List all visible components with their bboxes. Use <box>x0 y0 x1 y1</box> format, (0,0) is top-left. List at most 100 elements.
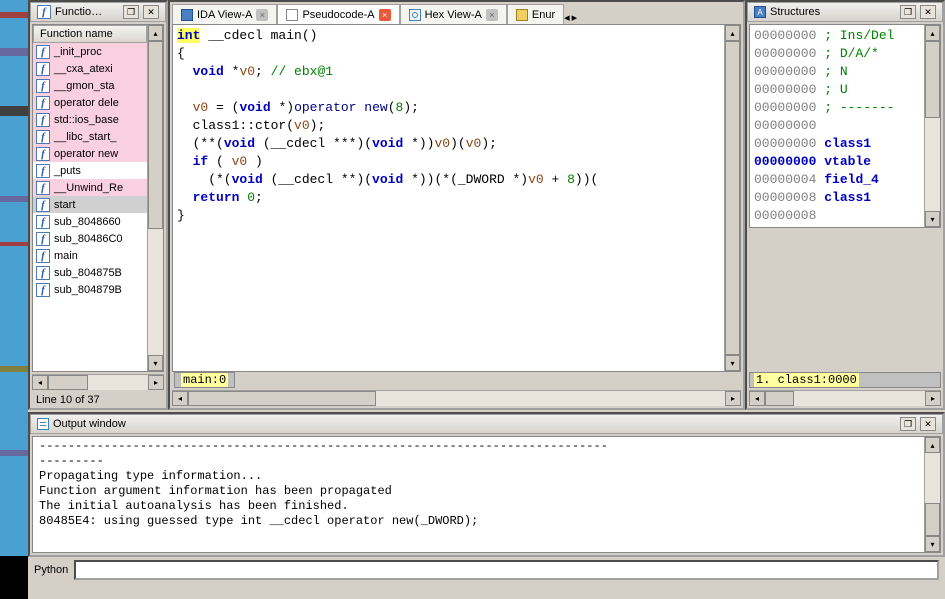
function-icon: f <box>37 5 51 19</box>
nav-overview-strip[interactable] <box>0 0 28 410</box>
tab-scroll-right-icon[interactable]: ▸ <box>572 11 578 24</box>
tab-label: Hex View-A <box>425 9 482 21</box>
scroll-down-icon[interactable]: ▾ <box>925 211 940 227</box>
code-scrollbar-h[interactable]: ◂ ▸ <box>172 390 741 406</box>
tab-label: Enur <box>532 9 555 21</box>
functions-scrollbar-v[interactable]: ▴ ▾ <box>147 25 163 371</box>
tab-enums[interactable]: Enur <box>507 4 564 24</box>
scroll-right-icon[interactable]: ▸ <box>925 391 941 406</box>
tabs-bar: IDA View-A × Pseudocode-A × Hex View-A ×… <box>170 2 743 24</box>
structures-panel-title[interactable]: A Structures ❐ ✕ <box>747 2 943 22</box>
function-row[interactable]: f_init_proc <box>33 43 147 60</box>
function-name: sub_804875B <box>54 267 122 279</box>
function-name: __Unwind_Re <box>54 182 123 194</box>
scroll-up-icon[interactable]: ▴ <box>925 25 940 41</box>
function-icon: f <box>36 181 50 195</box>
restore-icon[interactable]: ❐ <box>900 417 916 431</box>
function-icon: f <box>36 198 50 212</box>
scroll-up-icon[interactable]: ▴ <box>148 25 163 41</box>
function-icon: f <box>36 232 50 246</box>
output-panel: Output window ❐ ✕ ----------------------… <box>28 412 945 557</box>
close-icon[interactable]: ✕ <box>920 5 936 19</box>
function-icon: f <box>36 45 50 59</box>
functions-header[interactable]: Function name <box>33 25 147 43</box>
function-row[interactable]: f__libc_start_ <box>33 128 147 145</box>
function-row[interactable]: f sub_80486C0 <box>33 230 147 247</box>
tab-close-icon[interactable]: × <box>256 9 268 21</box>
python-bar: Python <box>28 557 945 583</box>
tab-close-icon[interactable]: × <box>379 9 391 21</box>
functions-list[interactable]: Function name f_init_procf__cxa_atexif__… <box>33 25 147 371</box>
function-icon: f <box>36 62 50 76</box>
function-name: sub_8048660 <box>54 216 121 228</box>
scroll-left-icon[interactable]: ◂ <box>749 391 765 406</box>
main-panel: IDA View-A × Pseudocode-A × Hex View-A ×… <box>168 0 745 410</box>
tab-hex-view[interactable]: Hex View-A × <box>400 4 507 24</box>
structures-status: 1. class1:0000 <box>749 372 941 388</box>
function-row[interactable]: fmain <box>33 247 147 264</box>
tab-close-icon[interactable]: × <box>486 9 498 21</box>
python-input[interactable] <box>74 560 939 580</box>
enum-icon <box>516 9 528 21</box>
output-text[interactable]: ----------------------------------------… <box>33 437 924 552</box>
scroll-right-icon[interactable]: ▸ <box>725 391 741 406</box>
function-name: std::ios_base <box>54 114 119 126</box>
output-panel-title[interactable]: Output window ❐ ✕ <box>30 414 943 434</box>
function-row[interactable]: foperator dele <box>33 94 147 111</box>
function-icon: f <box>36 79 50 93</box>
functions-panel-title[interactable]: f Functio… ❐ ✕ <box>30 2 166 22</box>
tab-scroll-left-icon[interactable]: ◂ <box>564 11 570 24</box>
nav-overview-strip-lower[interactable] <box>0 410 28 599</box>
structures-title-text: Structures <box>770 6 820 18</box>
tab-label: Pseudocode-A <box>302 9 374 21</box>
function-icon: f <box>36 96 50 110</box>
function-icon: f <box>36 266 50 280</box>
function-icon: f <box>36 215 50 229</box>
function-name: main <box>54 250 78 262</box>
scroll-left-icon[interactable]: ◂ <box>32 375 48 390</box>
function-row[interactable]: f sub_804875B <box>33 264 147 281</box>
function-icon: f <box>36 249 50 263</box>
scroll-up-icon[interactable]: ▴ <box>925 437 940 453</box>
structures-scrollbar-h[interactable]: ◂ ▸ <box>749 390 941 406</box>
tab-label: IDA View-A <box>197 9 252 21</box>
output-title-text: Output window <box>53 418 126 430</box>
close-icon[interactable]: ✕ <box>143 5 159 19</box>
scroll-down-icon[interactable]: ▾ <box>925 536 940 552</box>
tab-ida-view[interactable]: IDA View-A × <box>172 4 277 24</box>
function-name: sub_80486C0 <box>54 233 123 245</box>
scroll-up-icon[interactable]: ▴ <box>725 25 740 41</box>
restore-icon[interactable]: ❐ <box>900 5 916 19</box>
structures-icon: A <box>754 6 766 18</box>
function-row[interactable]: f __cxa_atexi <box>33 60 147 77</box>
scroll-right-icon[interactable]: ▸ <box>148 375 164 390</box>
function-row[interactable]: fsub_804879B <box>33 281 147 298</box>
close-icon[interactable]: ✕ <box>920 417 936 431</box>
tab-pseudocode[interactable]: Pseudocode-A × <box>277 4 399 24</box>
structures-scrollbar-v[interactable]: ▴ ▾ <box>924 25 940 227</box>
output-scrollbar-v[interactable]: ▴ ▾ <box>924 437 940 552</box>
ida-view-icon <box>181 9 193 21</box>
function-row[interactable]: foperator new <box>33 145 147 162</box>
function-name: __cxa_atexi <box>54 63 113 75</box>
functions-scrollbar-h[interactable]: ◂ ▸ <box>32 374 164 390</box>
function-icon: f <box>36 283 50 297</box>
scroll-down-icon[interactable]: ▾ <box>725 355 740 371</box>
function-name: __gmon_sta <box>54 80 115 92</box>
function-icon: f <box>36 147 50 161</box>
function-row[interactable]: f __Unwind_Re <box>33 179 147 196</box>
function-row[interactable]: fstd::ios_base <box>33 111 147 128</box>
pseudocode-view[interactable]: int __cdecl main() { void *v0; // ebx@1 … <box>173 25 724 371</box>
functions-panel: f Functio… ❐ ✕ Function name f_init_proc… <box>28 0 168 410</box>
scroll-left-icon[interactable]: ◂ <box>172 391 188 406</box>
scroll-down-icon[interactable]: ▾ <box>148 355 163 371</box>
restore-icon[interactable]: ❐ <box>123 5 139 19</box>
function-name: start <box>54 199 75 211</box>
function-row[interactable]: f_puts <box>33 162 147 179</box>
function-row[interactable]: fstart <box>33 196 147 213</box>
function-row[interactable]: f __gmon_sta <box>33 77 147 94</box>
function-row[interactable]: f sub_8048660 <box>33 213 147 230</box>
code-scrollbar-v[interactable]: ▴ ▾ <box>724 25 740 371</box>
structures-view[interactable]: 00000000 ; Ins/Del 00000000 ; D/A/* 0000… <box>750 25 924 227</box>
code-status: main:0 <box>174 372 235 388</box>
